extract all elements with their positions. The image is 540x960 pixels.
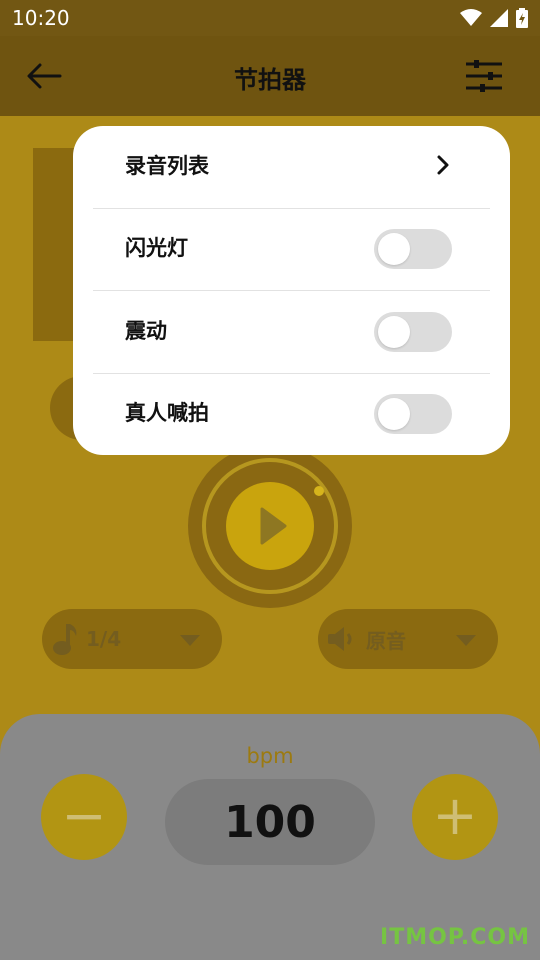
speaker-icon [328,627,352,651]
chevron-down-icon [456,635,476,646]
chevron-right-icon [437,155,449,175]
page-title: 节拍器 [234,66,306,94]
sliders-icon[interactable] [464,58,504,94]
bpm-input[interactable]: 100 [165,779,375,865]
bpm-label: bpm [246,744,294,768]
play-icon [260,507,287,545]
sound-value: 原音 [366,628,406,653]
chevron-down-icon [180,635,200,646]
menu-item-vibration: 震动 [93,291,490,374]
app-screen: 10:20 节拍器 1/4 原音 bpm − 100 + ITMOP.COM 录… [0,0,540,960]
bpm-value: 100 [224,797,316,848]
menu-item-flashlight: 闪光灯 [93,208,490,291]
voice-count-toggle[interactable] [374,394,452,434]
music-note-icon [53,624,77,655]
time-signature-select[interactable]: 1/4 [42,609,222,669]
menu-item-voice-count: 真人喊拍 [93,373,490,455]
decrease-bpm-button[interactable]: − [41,774,127,860]
toggle-knob [378,316,410,348]
menu-item-label: 闪光灯 [125,236,188,260]
signal-icon [490,9,508,27]
menu-item-label: 震动 [125,319,167,343]
sound-select[interactable]: 原音 [318,609,498,669]
menu-item-recordings[interactable]: 录音列表 [93,126,490,209]
status-bar: 10:20 [0,0,540,36]
settings-menu: 录音列表 闪光灯 震动 真人喊拍 [73,126,510,455]
watermark: ITMOP.COM [380,925,530,950]
beat-indicator-dot [314,486,324,496]
battery-icon [516,8,528,28]
increase-bpm-button[interactable]: + [412,774,498,860]
menu-item-label: 录音列表 [125,154,209,178]
plus-icon: + [432,784,478,847]
wifi-icon [460,9,482,26]
menu-item-label: 真人喊拍 [125,401,209,425]
vibration-toggle[interactable] [374,312,452,352]
toggle-knob [378,233,410,265]
status-icons [460,8,528,28]
flashlight-toggle[interactable] [374,229,452,269]
minus-icon: − [61,784,107,847]
top-bar: 节拍器 [0,36,540,116]
toggle-knob [378,398,410,430]
time-signature-value: 1/4 [86,627,122,651]
status-time: 10:20 [12,6,70,30]
